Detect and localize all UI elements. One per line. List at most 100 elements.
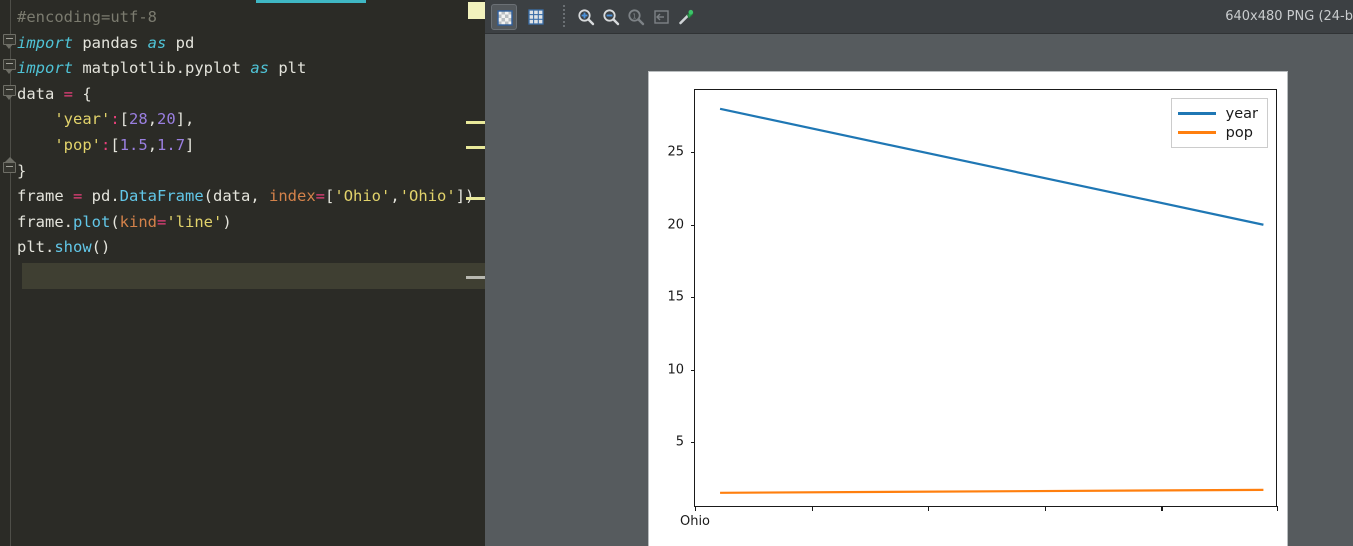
code-token: ], <box>175 110 195 129</box>
code-token: index <box>269 187 316 206</box>
plot-axes-area: 5 10 15 20 25 Ohio year pop <box>667 89 1278 529</box>
code-token: 1.7 <box>157 136 186 154</box>
code-token: [ <box>119 110 130 129</box>
code-token: = <box>63 84 74 103</box>
code-token: { <box>73 84 92 103</box>
code-token: = <box>157 212 167 231</box>
code-token: [ <box>110 136 120 154</box>
y-axis-tick-mark <box>690 369 695 371</box>
editor-warning-tick[interactable] <box>466 197 485 200</box>
toolbar-separator <box>563 5 565 29</box>
code-line[interactable]: frame = pd.DataFrame(data, index=['Ohio'… <box>14 184 485 210</box>
code-line[interactable]: #encoding=utf-8 <box>14 5 485 31</box>
zoom-fit-button <box>648 4 674 30</box>
grid-icon <box>528 9 544 25</box>
minus-icon <box>6 89 13 90</box>
code-token: 20 <box>157 110 176 129</box>
y-axis-tick-label: 20 <box>667 217 684 233</box>
y-axis-tick-mark <box>690 442 695 444</box>
gutter-guide-line <box>10 0 11 546</box>
code-line[interactable]: plt.show() <box>14 235 485 261</box>
x-axis-tick-mark <box>1276 506 1278 511</box>
code-token: 'line' <box>166 212 223 231</box>
code-line[interactable]: import matplotlib.pyplot as plt <box>14 56 485 82</box>
code-line[interactable]: 'pop':[1.5,1.7] <box>14 133 485 159</box>
editor-warning-tick[interactable] <box>466 121 485 124</box>
code-token: = <box>315 187 326 206</box>
editor-warning-summary-marker[interactable] <box>468 2 485 19</box>
y-axis-tick-mark <box>690 297 695 299</box>
screen-root: #encoding=utf-8 import pandas as pd import… <box>0 0 1353 546</box>
transparency-checker-toggle[interactable] <box>491 4 517 30</box>
magnifier-plus-icon <box>578 9 595 26</box>
code-token: plt. <box>17 238 55 257</box>
code-token: (data, <box>203 187 269 206</box>
y-axis-tick-mark <box>690 224 695 226</box>
minus-icon <box>6 63 13 64</box>
y-axis-tick-label: 15 <box>667 289 684 305</box>
color-picker-button[interactable] <box>673 4 699 30</box>
minus-icon <box>6 166 13 167</box>
code-token: : <box>110 110 120 129</box>
code-token: ] <box>185 136 195 154</box>
code-token: 1.5 <box>119 136 148 154</box>
code-token: : <box>101 136 111 154</box>
viewer-toolbar: 1 640x480 PNG (24-b <box>485 0 1353 34</box>
code-token: as <box>250 59 269 78</box>
legend-label: year <box>1225 105 1258 122</box>
legend-color-swatch <box>1177 131 1216 134</box>
svg-text:1: 1 <box>632 13 636 21</box>
y-axis-tick-label: 5 <box>675 434 684 450</box>
image-status-text: 640x480 PNG (24-b <box>1225 9 1353 24</box>
x-axis-tick-mark <box>695 506 697 511</box>
code-token: } <box>17 161 27 180</box>
grid-toggle[interactable] <box>523 4 549 30</box>
code-token: pd. <box>82 187 120 206</box>
code-token: frame <box>17 187 73 206</box>
code-token: , <box>390 187 400 206</box>
code-line[interactable]: } <box>14 159 485 185</box>
fit-window-icon <box>654 10 669 24</box>
legend-label: pop <box>1225 124 1253 141</box>
chart-image: 5 10 15 20 25 Ohio year pop <box>648 71 1288 546</box>
code-token: #encoding=utf-8 <box>17 8 157 26</box>
x-axis-tick-mark <box>1044 506 1046 511</box>
fold-arrow-icon <box>5 69 13 74</box>
code-token: , <box>147 136 158 154</box>
legend-item: year <box>1177 104 1258 123</box>
legend-color-swatch <box>1177 112 1216 115</box>
zoom-actual-size-button: 1 <box>623 4 649 30</box>
code-line[interactable]: frame.plot(kind='line') <box>14 210 485 236</box>
code-text-area[interactable]: #encoding=utf-8 import pandas as pd import… <box>14 0 485 546</box>
y-axis-tick-label: 25 <box>667 144 684 160</box>
x-axis-tick-mark <box>928 506 930 511</box>
x-axis-tick-mark <box>811 506 813 511</box>
code-line[interactable]: 'year':[28,20], <box>14 107 485 133</box>
code-token: import <box>17 33 73 52</box>
magnifier-one-icon: 1 <box>628 9 645 26</box>
editor-warning-tick[interactable] <box>466 276 485 279</box>
chart-legend: year pop <box>1170 98 1268 148</box>
code-token: 28 <box>129 110 148 129</box>
code-line[interactable]: data = { <box>14 82 485 108</box>
code-token: frame. <box>17 212 73 231</box>
editor-warning-tick[interactable] <box>466 146 485 149</box>
minus-icon <box>6 38 13 39</box>
code-line[interactable]: import pandas as pd <box>14 31 485 57</box>
code-token: 'year' <box>17 110 111 129</box>
code-token: kind <box>119 212 157 231</box>
code-token: 'Ohio' <box>334 187 391 206</box>
code-token: matplotlib.pyplot <box>73 59 251 78</box>
code-token: = <box>73 187 83 206</box>
code-token: import <box>17 59 73 78</box>
code-token: pandas <box>73 33 148 52</box>
code-token: ) <box>222 212 232 231</box>
eyedropper-icon <box>679 9 694 25</box>
zoom-out-button[interactable] <box>598 4 624 30</box>
code-editor-pane[interactable]: #encoding=utf-8 import pandas as pd import… <box>0 0 485 546</box>
code-token: [ <box>325 187 335 206</box>
code-token: plt <box>268 59 307 78</box>
code-token: show <box>54 238 92 257</box>
fold-arrow-icon <box>5 95 13 100</box>
zoom-in-button[interactable] <box>573 4 599 30</box>
